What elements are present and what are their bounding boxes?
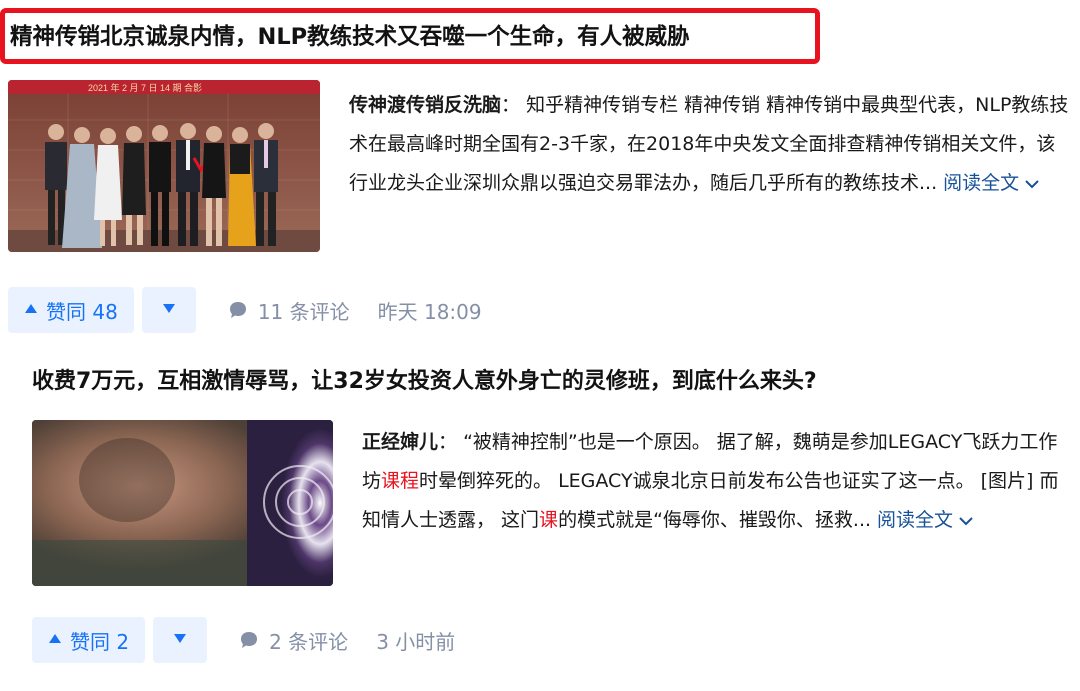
post-time: 3 小时前 [376, 629, 456, 654]
article-excerpt[interactable]: 正经婶儿： “被精神控制”也是一个原因。 据了解，魏萌是参加LEGACY飞跃力工… [362, 423, 1072, 541]
upvote-label: 赞同 48 [46, 299, 118, 324]
keyword-highlight: 课程 [381, 470, 420, 492]
author-colon: ： [438, 431, 458, 453]
group-photo-image: 2021 年 2 月 7 日 14 期 合影 [8, 80, 320, 252]
keyword-highlight: 课 [539, 509, 559, 531]
triangle-down-icon [173, 632, 187, 648]
comment-bubble-icon [228, 300, 248, 320]
comments-button[interactable]: 2 条评论 [239, 626, 348, 655]
author-colon: ： [501, 94, 521, 116]
downvote-button[interactable] [141, 287, 196, 333]
banner-text: 2021 年 2 月 7 日 14 期 合影 [88, 82, 202, 93]
comment-count: 11 条评论 [257, 299, 350, 324]
comment-bubble-icon [239, 630, 259, 650]
article-title[interactable]: 收费7万元，互相激情辱骂，让32岁女投资人意外身亡的灵修班，到底什么来头? [32, 367, 817, 397]
excerpt-text: 的模式就是“侮辱你、摧毁你、拯救... [558, 509, 872, 531]
upvote-label: 赞同 2 [70, 629, 130, 654]
article-title[interactable]: 精神传销北京诚泉内情，NLP教练技术又吞噬一个生命，有人被威胁 [10, 22, 690, 52]
author-name[interactable]: 传神渡传销反洗脑 [349, 94, 501, 116]
article-card-2: 收费7万元，互相激情辱骂，让32岁女投资人意外身亡的灵修班，到底什么来头? 正经… [0, 345, 1080, 691]
read-more-link[interactable]: 阅读全文 [877, 509, 973, 531]
upvote-button[interactable]: 赞同 2 [32, 617, 146, 663]
read-more-link[interactable]: 阅读全文 [943, 172, 1039, 194]
upvote-button[interactable]: 赞同 48 [8, 287, 134, 333]
triangle-up-icon [24, 302, 38, 318]
blurred-portrait-image [32, 420, 333, 586]
article-thumbnail[interactable]: 2021 年 2 月 7 日 14 期 合影 [8, 80, 320, 252]
read-more-label: 阅读全文 [943, 172, 1020, 194]
action-bar: 赞同 2 2 条评论 3 小时前 [32, 617, 455, 663]
author-name[interactable]: 正经婶儿 [362, 431, 438, 453]
triangle-down-icon [162, 302, 176, 318]
post-time: 昨天 18:09 [377, 299, 482, 324]
article-excerpt[interactable]: 传神渡传销反洗脑： 知乎精神传销专栏 精神传销 精神传销中最典型代表，NLP教练… [349, 86, 1069, 204]
read-more-label: 阅读全文 [877, 509, 954, 531]
downvote-button[interactable] [153, 617, 208, 663]
chevron-down-icon [1025, 165, 1039, 204]
action-bar: 赞同 48 11 条评论 昨天 18:09 [8, 287, 482, 333]
triangle-up-icon [48, 632, 62, 648]
article-card-1: 精神传销北京诚泉内情，NLP教练技术又吞噬一个生命，有人被威胁 2021 年 2… [0, 0, 1080, 345]
chevron-down-icon [959, 502, 973, 541]
comment-count: 2 条评论 [269, 629, 349, 654]
comments-button[interactable]: 11 条评论 [228, 296, 350, 325]
article-thumbnail[interactable] [32, 420, 333, 586]
